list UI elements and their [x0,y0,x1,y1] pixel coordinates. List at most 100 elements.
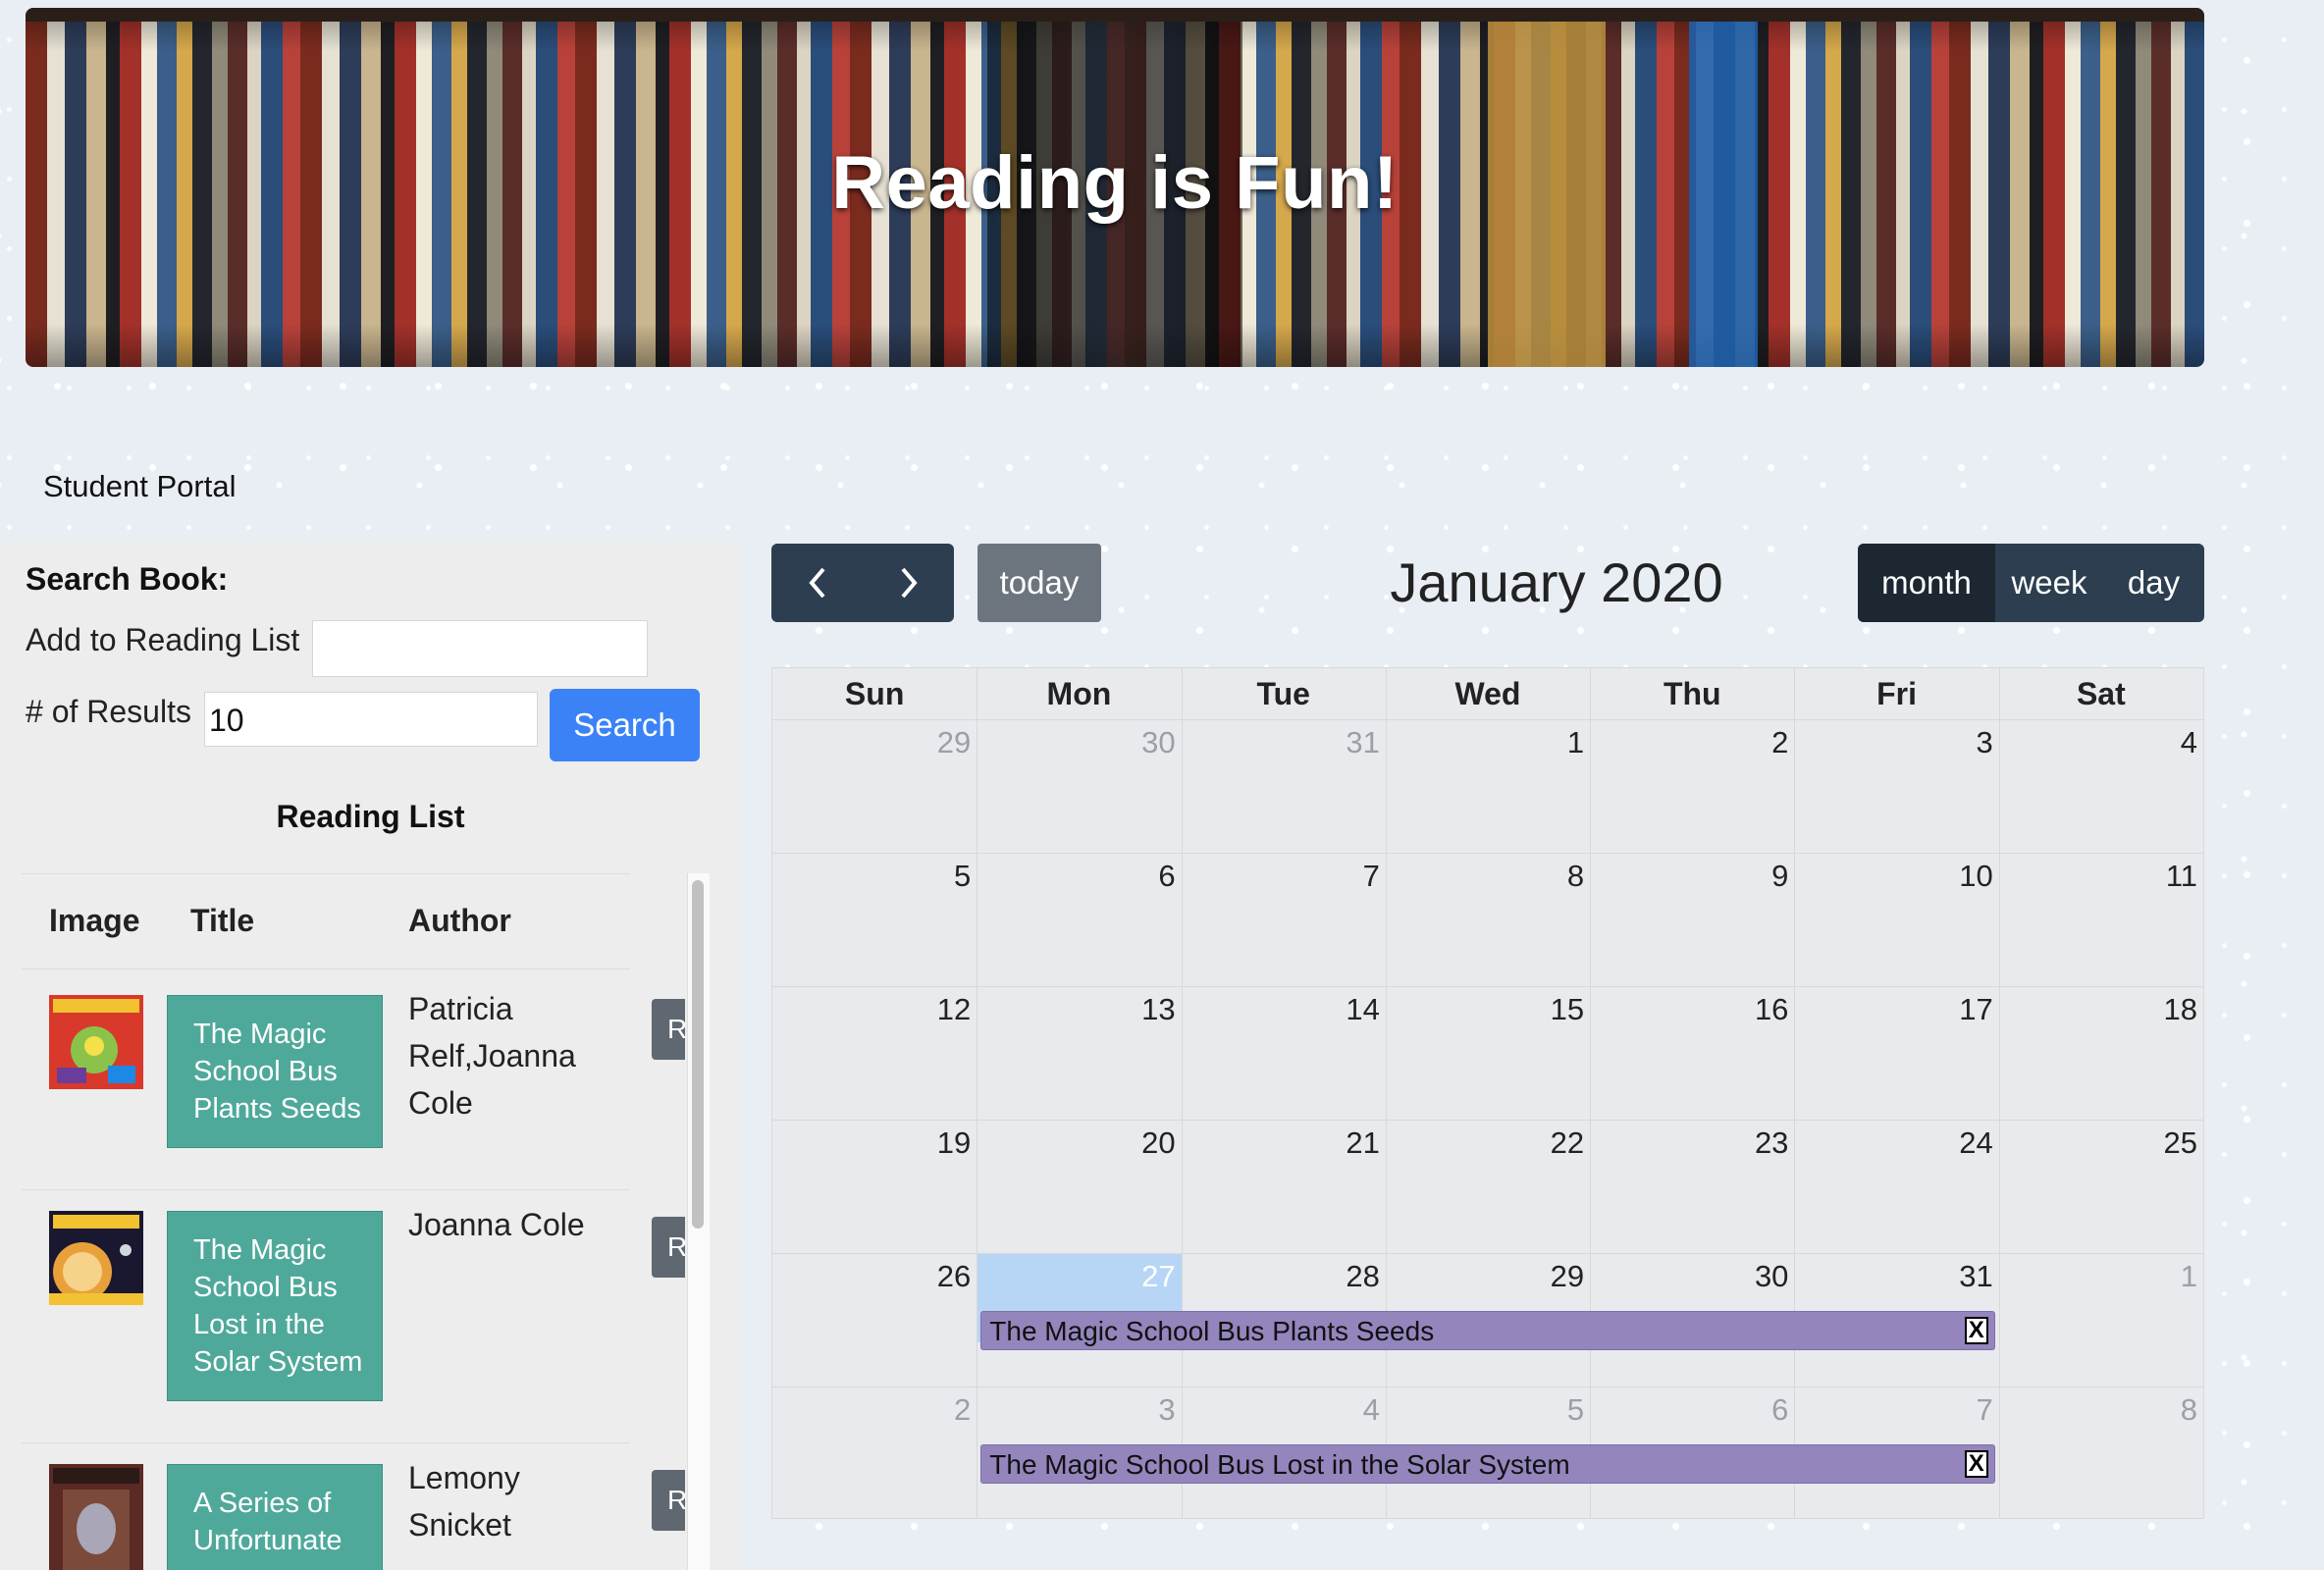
banner-title: Reading is Fun! [831,141,1399,225]
day-number[interactable]: 3 [1117,1392,1175,1428]
reading-list-table: Image Title Author The Magic School Bus … [22,873,685,1570]
day-number[interactable]: 6 [1117,859,1175,894]
day-number[interactable]: 5 [1525,1392,1584,1428]
book-cover-image [49,1464,143,1570]
grid-line [772,853,2203,854]
next-month-button[interactable] [863,544,954,622]
day-number[interactable]: 31 [1934,1259,1992,1294]
day-number[interactable]: 20 [1117,1125,1175,1161]
book-author: Lemony Snicket [408,1460,520,1543]
book-cover-image [49,1211,143,1305]
reading-list-title: Reading List [276,799,465,834]
day-number[interactable]: 16 [1729,992,1788,1027]
day-number[interactable]: 24 [1934,1125,1992,1161]
weekday-header: Sat [1998,668,2203,720]
view-week-button[interactable]: week [1995,544,2103,622]
day-number[interactable]: 10 [1934,859,1992,894]
chevron-left-icon [808,567,825,599]
book-cover-image [49,995,143,1089]
day-number[interactable]: 1 [2139,1259,2197,1294]
grid-line [1998,668,2000,1518]
weekday-header: Sun [772,668,977,720]
day-number[interactable]: 8 [2139,1392,2197,1428]
day-number[interactable]: 8 [1525,859,1584,894]
column-header-author: Author [408,903,511,938]
column-header-image: Image [49,903,140,938]
add-to-list-input[interactable] [312,620,648,677]
day-number[interactable]: 4 [2139,725,2197,760]
day-number[interactable]: 22 [1525,1125,1584,1161]
results-count-input[interactable]: 10 [204,692,538,747]
results-count-label: # of Results [26,694,191,729]
view-switcher: month week day [1858,544,2204,622]
event-title: The Magic School Bus Lost in the Solar S… [989,1449,1570,1480]
grid-line [1794,668,1796,1518]
day-number[interactable]: 7 [1934,1392,1992,1428]
day-number[interactable]: 18 [2139,992,2197,1027]
day-number[interactable]: 11 [2139,859,2197,894]
event-close-icon[interactable]: X [1964,1317,1988,1344]
table-divider [22,1189,630,1190]
prev-month-button[interactable] [771,544,863,622]
day-number[interactable]: 28 [1321,1259,1379,1294]
day-number[interactable]: 15 [1525,992,1584,1027]
calendar-nav-group [771,544,954,622]
remove-book-button[interactable]: R [652,999,685,1060]
calendar-event[interactable]: The Magic School Bus Lost in the Solar S… [980,1444,1995,1484]
day-number[interactable]: 27 [1117,1259,1175,1294]
weekday-header: Wed [1385,668,1591,720]
event-close-icon[interactable]: X [1964,1450,1988,1478]
book-author: Joanna Cole [408,1207,585,1242]
add-to-list-label: Add to Reading List [26,622,300,657]
today-button[interactable]: today [977,544,1101,622]
book-title-button[interactable]: A Series of Unfortunate [167,1464,383,1570]
calendar-month-grid: Sun Mon Tue Wed Thu Fri Sat 29 30 31 1 2 3 4 5 6 7 8 9 10 11… [771,667,2204,1519]
grid-line [1385,668,1387,1518]
day-number[interactable]: 9 [1729,859,1788,894]
grid-line [772,1120,2203,1121]
day-number[interactable]: 14 [1321,992,1379,1027]
calendar-event[interactable]: The Magic School Bus Plants Seeds X [980,1311,1995,1350]
event-title: The Magic School Bus Plants Seeds [989,1316,1435,1346]
grid-line [1590,668,1592,1518]
day-number[interactable]: 30 [1117,725,1175,760]
day-number[interactable]: 19 [912,1125,971,1161]
book-author: Patricia Relf,Joanna Cole [408,991,576,1121]
day-number[interactable]: 26 [912,1259,971,1294]
chevron-right-icon [900,567,918,599]
day-number[interactable]: 17 [1934,992,1992,1027]
day-number[interactable]: 21 [1321,1125,1379,1161]
banner-shelf [26,8,2204,22]
day-number[interactable]: 4 [1321,1392,1380,1428]
remove-book-button[interactable]: R [652,1470,685,1531]
view-day-button[interactable]: day [2103,544,2204,622]
view-month-button[interactable]: month [1858,544,1995,622]
weekday-header: Tue [1181,668,1386,720]
weekday-header: Fri [1794,668,1999,720]
reading-list-scroll-thumb[interactable] [692,880,704,1229]
calendar-toolbar: today January 2020 month week day [771,544,2204,622]
book-title-button[interactable]: The Magic School Bus Lost in the Solar S… [167,1211,383,1401]
column-header-title: Title [190,903,255,938]
day-number[interactable]: 12 [912,992,971,1027]
day-number[interactable]: 30 [1729,1259,1788,1294]
table-divider [22,968,630,969]
day-number[interactable]: 1 [1525,725,1584,760]
day-number[interactable]: 31 [1321,725,1379,760]
day-number[interactable]: 13 [1117,992,1175,1027]
portal-label: Student Portal [43,469,237,503]
day-number[interactable]: 25 [2139,1125,2197,1161]
day-number[interactable]: 2 [1729,725,1788,760]
day-number[interactable]: 3 [1934,725,1992,760]
day-number[interactable]: 5 [912,859,971,894]
day-number[interactable]: 2 [912,1392,971,1428]
day-number[interactable]: 29 [1525,1259,1584,1294]
day-number[interactable]: 6 [1729,1392,1788,1428]
day-number[interactable]: 23 [1729,1125,1788,1161]
search-button[interactable]: Search [550,689,700,761]
book-title-button[interactable]: The Magic School Bus Plants Seeds [167,995,383,1148]
day-number[interactable]: 29 [912,725,971,760]
weekday-header: Mon [977,668,1182,720]
day-number[interactable]: 7 [1321,859,1380,894]
remove-book-button[interactable]: R [652,1217,685,1278]
